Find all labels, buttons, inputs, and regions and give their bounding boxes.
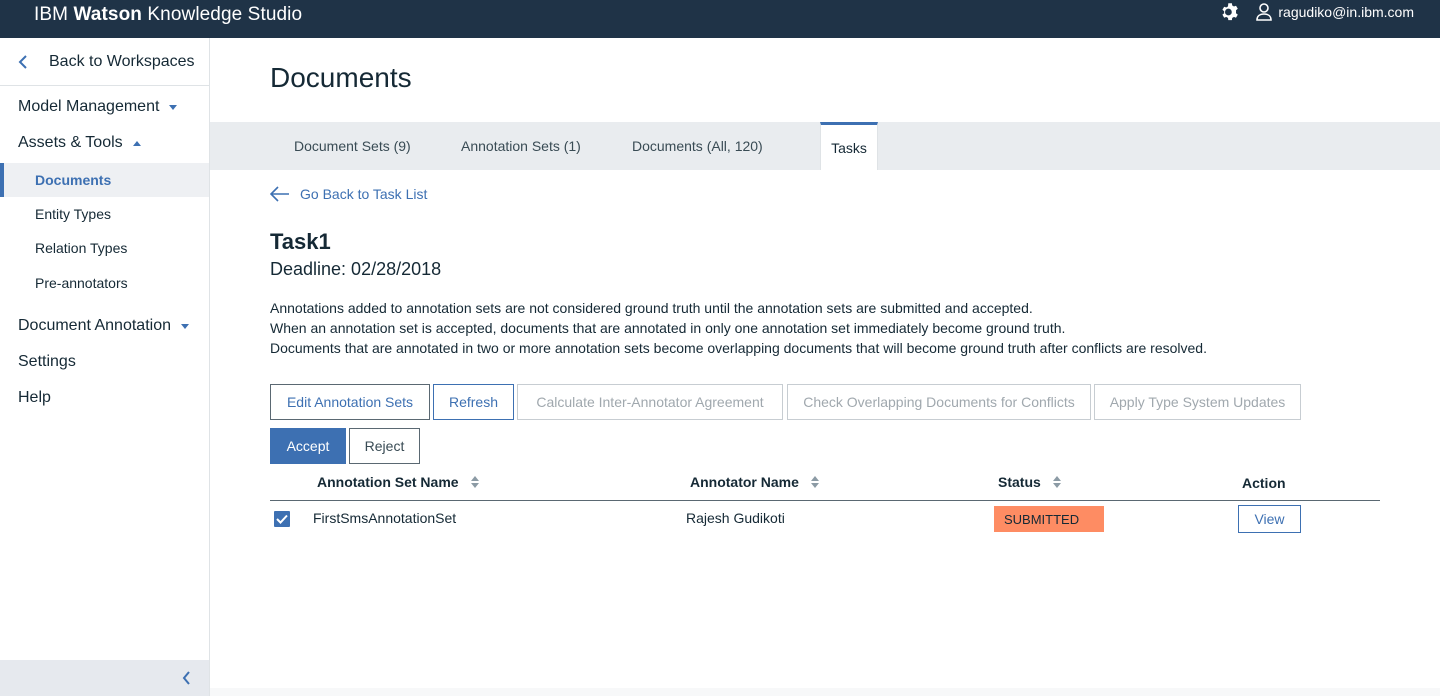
sort-icon — [470, 476, 479, 488]
caret-down-icon — [181, 323, 189, 329]
header-label: Action — [1242, 475, 1286, 491]
tab-document-sets[interactable]: Document Sets (9) — [294, 122, 411, 170]
tab-annotation-sets[interactable]: Annotation Sets (1) — [461, 122, 581, 170]
checkmark-icon — [276, 514, 288, 524]
sidebar-item-relation-types[interactable]: Relation Types — [0, 231, 209, 265]
sort-icon — [810, 476, 819, 488]
bottom-edge — [210, 688, 1440, 696]
sidebar: Back to Workspaces Model Management Asse… — [0, 38, 210, 696]
header-label: Status — [998, 474, 1041, 490]
nav-model-management-label: Model Management — [18, 98, 160, 115]
header-status[interactable]: Status — [998, 474, 1061, 490]
task-deadline: Deadline: 02/28/2018 — [270, 259, 442, 279]
edit-annotation-sets-button[interactable]: Edit Annotation Sets — [270, 384, 430, 420]
sidebar-item-entity-types[interactable]: Entity Types — [0, 197, 209, 231]
user-email: ragudiko@in.ibm.com — [1278, 4, 1414, 20]
header-annotator-name[interactable]: Annotator Name — [690, 474, 819, 490]
brand-watson: Watson — [73, 4, 142, 25]
sidebar-collapse-button[interactable] — [0, 660, 209, 696]
sidebar-item-pre-annotators[interactable]: Pre-annotators — [0, 266, 209, 300]
header-annotation-set-name[interactable]: Annotation Set Name — [317, 474, 479, 490]
caret-down-icon — [169, 104, 178, 110]
edit-annotation-sets-label: Edit Annotation Sets — [286, 394, 414, 410]
user-menu[interactable]: ragudiko@in.ibm.com — [1256, 3, 1414, 21]
app-brand[interactable]: IBM Watson Knowledge Studio — [34, 4, 302, 26]
header-action: Action — [1242, 475, 1286, 491]
nav-settings-label: Settings — [18, 353, 76, 370]
header-label: Annotation Set Name — [317, 474, 459, 490]
check-overlapping-button[interactable]: Check Overlapping Documents for Conflict… — [787, 384, 1091, 420]
arrow-left-icon — [270, 186, 290, 202]
gear-icon[interactable] — [1220, 2, 1240, 22]
status-badge: SUBMITTED — [994, 506, 1104, 532]
reject-button[interactable]: Reject — [349, 428, 420, 464]
nav-model-management[interactable]: Model Management — [18, 98, 178, 116]
apply-type-system-button[interactable]: Apply Type System Updates — [1094, 384, 1301, 420]
row-checkbox[interactable] — [274, 511, 290, 527]
task-description: Annotations added to annotation sets are… — [270, 298, 1207, 358]
brand-product: Knowledge Studio — [147, 4, 303, 25]
task-title: Task1 — [270, 229, 331, 254]
user-icon — [1256, 3, 1273, 21]
brand-ibm: IBM — [34, 4, 69, 25]
sidebar-item-documents[interactable]: Documents — [0, 163, 209, 197]
header-label: Annotator Name — [690, 474, 799, 490]
nav-assets-tools-label: Assets & Tools — [18, 134, 123, 151]
top-bar: IBM Watson Knowledge Studio ragudiko@in.… — [0, 0, 1440, 38]
back-to-workspaces-label: Back to Workspaces — [49, 52, 195, 70]
top-right-controls: ragudiko@in.ibm.com — [1220, 2, 1414, 22]
description-line: Annotations added to annotation sets are… — [270, 300, 1033, 316]
refresh-button[interactable]: Refresh — [433, 384, 514, 420]
description-line: When an annotation set is accepted, docu… — [270, 320, 1066, 336]
go-back-label: Go Back to Task List — [300, 186, 428, 202]
table-header-divider — [270, 500, 1380, 501]
go-back-link[interactable]: Go Back to Task List — [270, 186, 427, 202]
chevron-left-icon — [182, 671, 190, 685]
sort-icon — [1052, 476, 1061, 488]
back-to-workspaces-link[interactable]: Back to Workspaces — [0, 38, 209, 86]
description-line: Documents that are annotated in two or m… — [270, 340, 1207, 356]
page-title: Documents — [270, 62, 412, 93]
caret-up-icon — [132, 140, 141, 146]
accept-button[interactable]: Accept — [270, 428, 346, 464]
nav-settings[interactable]: Settings — [18, 353, 76, 371]
cell-annotation-set-name: FirstSmsAnnotationSet — [313, 510, 457, 526]
chevron-left-icon — [18, 54, 32, 69]
nav-help[interactable]: Help — [18, 389, 51, 407]
tab-tasks[interactable]: Tasks — [820, 122, 878, 170]
tab-documents-all[interactable]: Documents (All, 120) — [632, 122, 763, 170]
nav-assets-tools[interactable]: Assets & Tools — [18, 134, 141, 152]
nav-document-annotation-label: Document Annotation — [18, 317, 171, 334]
nav-help-label: Help — [18, 389, 51, 406]
calculate-iaa-button[interactable]: Calculate Inter-Annotator Agreement — [517, 384, 783, 420]
view-button[interactable]: View — [1238, 505, 1301, 533]
nav-document-annotation[interactable]: Document Annotation — [18, 317, 189, 335]
cell-annotator-name: Rajesh Gudikoti — [686, 510, 785, 526]
tab-bar: Document Sets (9) Annotation Sets (1) Do… — [210, 122, 1440, 170]
